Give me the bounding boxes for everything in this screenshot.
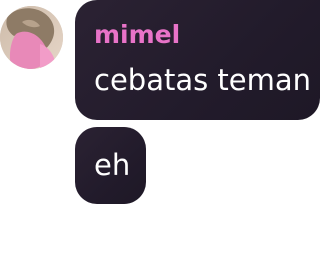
- sender-name[interactable]: mimel: [94, 20, 180, 50]
- message-bubble[interactable]: mimel cebatas teman: [75, 0, 320, 120]
- user-avatar[interactable]: [0, 6, 63, 69]
- message-text: eh: [94, 148, 131, 182]
- message-bubble[interactable]: eh: [75, 127, 146, 204]
- chat-thread: mimel cebatas teman eh: [0, 0, 320, 258]
- message-text: cebatas teman: [94, 63, 312, 97]
- user-photo-icon: [0, 6, 63, 69]
